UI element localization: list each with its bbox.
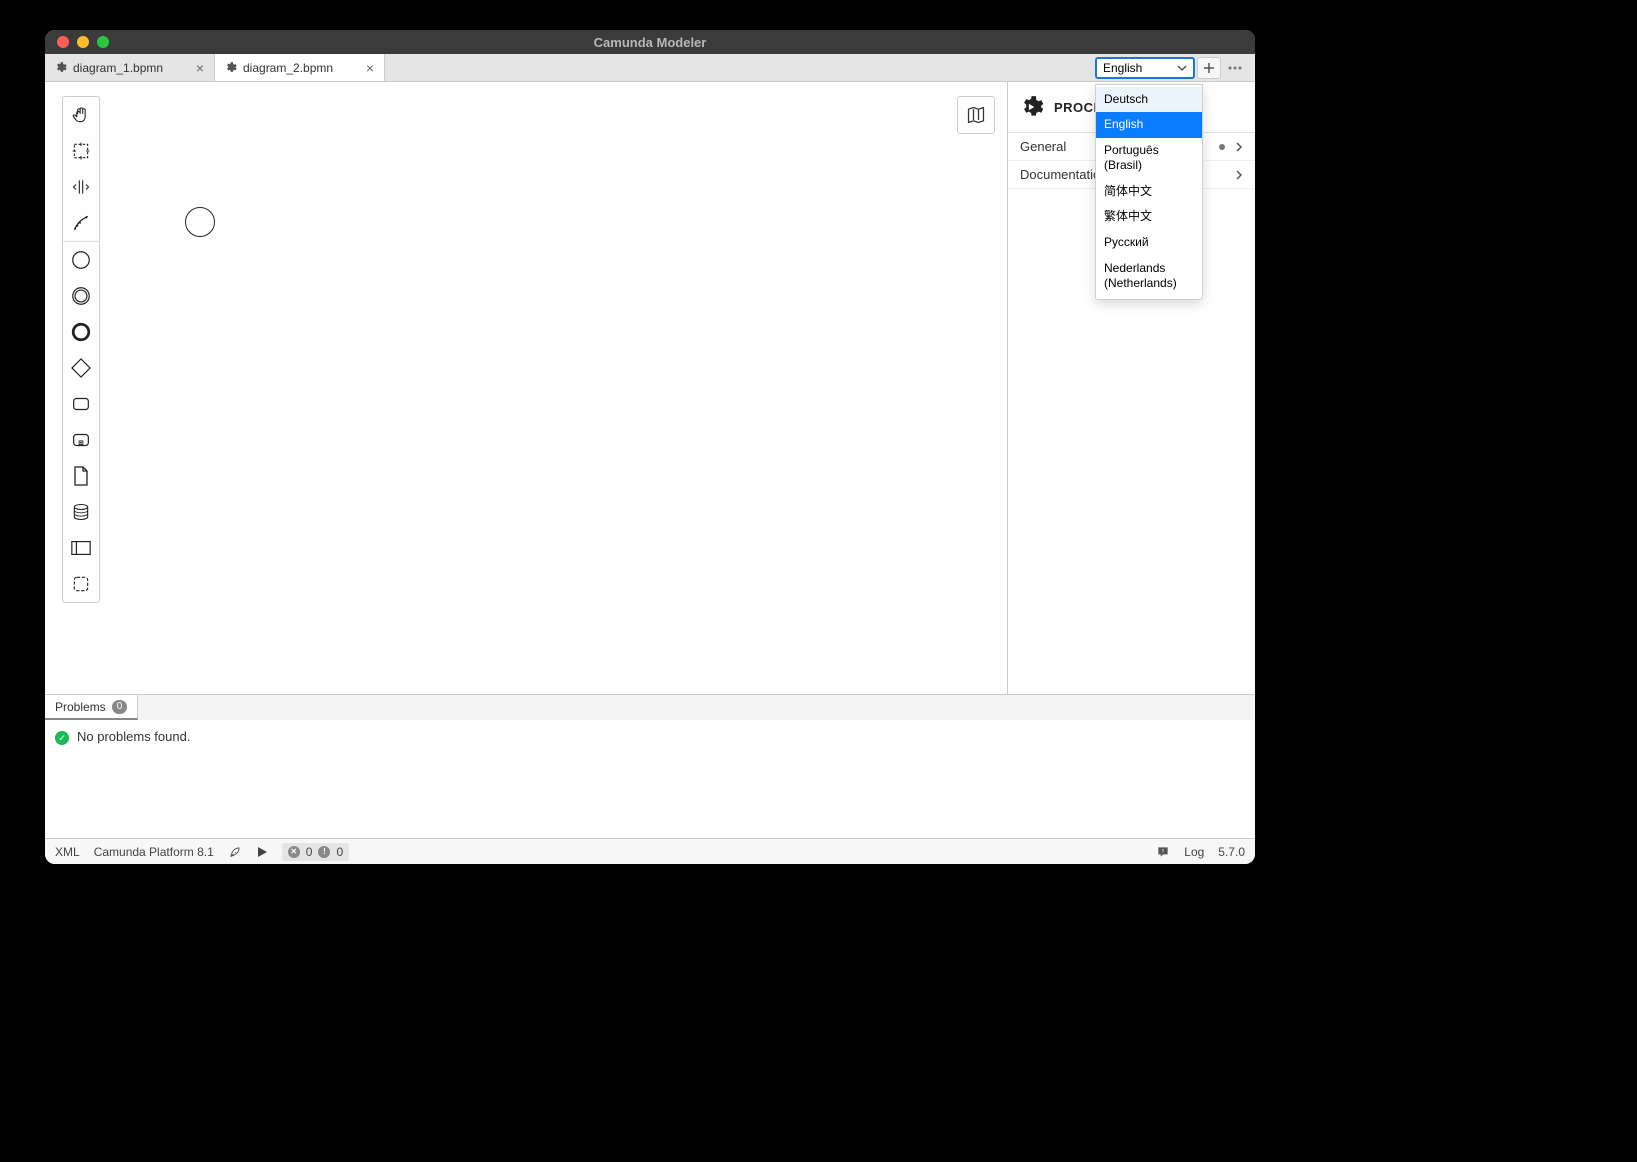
problems-message: No problems found. <box>77 729 190 744</box>
tab-label: diagram_1.bpmn <box>73 61 163 75</box>
tab-label: diagram_2.bpmn <box>243 61 333 75</box>
language-select[interactable]: English <box>1095 57 1195 79</box>
global-connect-tool[interactable] <box>63 205 99 241</box>
space-tool[interactable] <box>63 169 99 205</box>
xml-toggle[interactable]: XML <box>55 845 80 859</box>
task-tool[interactable] <box>63 386 99 422</box>
tab-diagram-2[interactable]: diagram_2.bpmn × <box>215 54 385 81</box>
window-title: Camunda Modeler <box>45 35 1255 50</box>
chevron-right-icon <box>1235 170 1243 180</box>
content-area: PROCESS General Documentation <box>45 82 1255 694</box>
close-tab-button[interactable]: × <box>194 61 206 75</box>
error-count: 0 <box>306 845 313 859</box>
minimize-window-button[interactable] <box>77 36 89 48</box>
traffic-lights <box>45 36 109 48</box>
end-event-tool[interactable] <box>63 314 99 350</box>
hand-tool[interactable] <box>63 97 99 133</box>
titlebar: Camunda Modeler <box>45 30 1255 54</box>
data-object-tool[interactable] <box>63 458 99 494</box>
problems-panel: ✓ No problems found. <box>45 720 1255 838</box>
more-button[interactable] <box>1223 57 1247 79</box>
language-option[interactable]: 简体中文 <box>1096 179 1202 205</box>
problems-summary[interactable]: ✕ 0 ! 0 <box>282 843 349 861</box>
problems-tab-label: Problems <box>55 700 106 714</box>
gateway-tool[interactable] <box>63 350 99 386</box>
statusbar: XML Camunda Platform 8.1 ✕ 0 ! 0 Log 5.7… <box>45 838 1255 864</box>
gear-icon <box>53 61 67 75</box>
language-option[interactable]: Português (Brasil) <box>1096 138 1202 179</box>
tabbar: diagram_1.bpmn × diagram_2.bpmn × Englis… <box>45 54 1255 82</box>
version-label: 5.7.0 <box>1218 845 1245 859</box>
tabbar-actions: English Deutsch English Português (Brasi… <box>1095 54 1255 81</box>
group-tool[interactable] <box>63 566 99 602</box>
language-option[interactable]: 繁体中文 <box>1096 204 1202 230</box>
bpmn-start-event[interactable] <box>185 207 215 237</box>
problems-count-badge: 0 <box>112 700 128 714</box>
close-tab-button[interactable]: × <box>364 61 376 75</box>
app-window: Camunda Modeler diagram_1.bpmn × diagram… <box>45 30 1255 864</box>
dot-indicator-icon <box>1219 144 1225 150</box>
language-option[interactable]: Русский <box>1096 230 1202 256</box>
data-store-tool[interactable] <box>63 494 99 530</box>
chevron-down-icon <box>1177 63 1187 73</box>
language-option[interactable]: Nederlands (Netherlands) <box>1096 256 1202 297</box>
maximize-window-button[interactable] <box>97 36 109 48</box>
platform-label[interactable]: Camunda Platform 8.1 <box>94 845 214 859</box>
problems-tab[interactable]: Problems 0 <box>45 695 138 720</box>
group-label: General <box>1020 139 1066 154</box>
minimap-toggle[interactable] <box>957 96 995 134</box>
warning-count: 0 <box>336 845 343 859</box>
lasso-tool[interactable] <box>63 133 99 169</box>
feedback-button[interactable] <box>1156 845 1170 859</box>
check-icon: ✓ <box>55 731 69 745</box>
new-tab-button[interactable] <box>1197 57 1221 79</box>
tool-palette <box>62 96 100 603</box>
intermediate-event-tool[interactable] <box>63 278 99 314</box>
participant-tool[interactable] <box>63 530 99 566</box>
close-window-button[interactable] <box>57 36 69 48</box>
language-dropdown: Deutsch English Português (Brasil) 简体中文 … <box>1095 84 1203 300</box>
subprocess-tool[interactable] <box>63 422 99 458</box>
warning-icon: ! <box>318 846 330 858</box>
language-option[interactable]: English <box>1096 112 1202 138</box>
process-icon <box>1018 94 1044 120</box>
language-selected: English <box>1103 61 1142 75</box>
gear-icon <box>223 61 237 75</box>
problems-bar: Problems 0 <box>45 694 1255 720</box>
run-button[interactable] <box>256 846 268 858</box>
deploy-button[interactable] <box>228 845 242 859</box>
chevron-right-icon <box>1235 142 1243 152</box>
language-option[interactable]: Deutsch <box>1096 87 1202 113</box>
start-event-tool[interactable] <box>63 242 99 278</box>
tab-diagram-1[interactable]: diagram_1.bpmn × <box>45 54 215 81</box>
log-button[interactable]: Log <box>1184 845 1204 859</box>
error-icon: ✕ <box>288 846 300 858</box>
canvas[interactable] <box>45 82 1007 694</box>
